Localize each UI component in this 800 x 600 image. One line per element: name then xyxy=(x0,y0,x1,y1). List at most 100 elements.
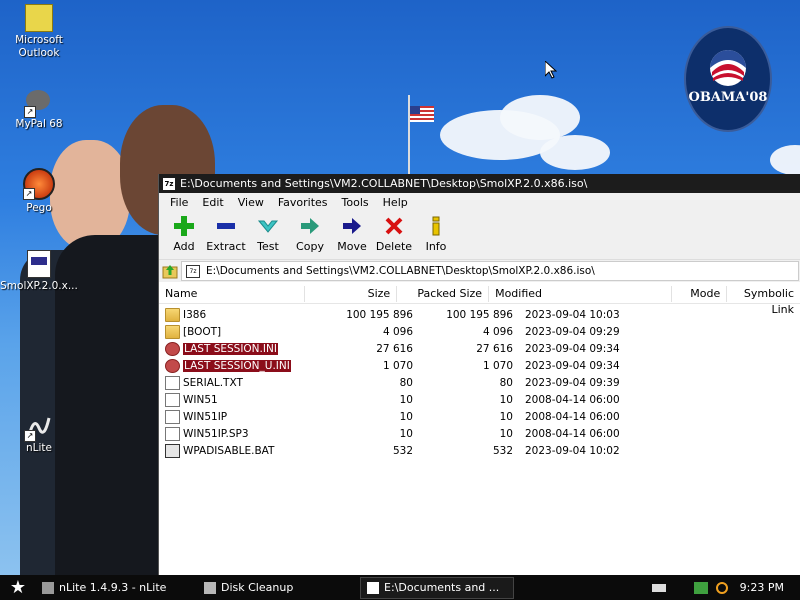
desktop-icon-pego[interactable]: ↗ Pego xyxy=(0,168,78,215)
task-button-7zip[interactable]: E:\Documents and ... xyxy=(360,576,514,599)
file-row[interactable]: WIN51 10 10 2008-04-14 06:00 xyxy=(159,391,800,408)
file-size: 27 616 xyxy=(376,342,413,355)
delete-label: Delete xyxy=(375,240,413,253)
campaign-logo: OBAMA'08 xyxy=(684,26,772,132)
shortcut-arrow-icon: ↗ xyxy=(24,430,36,442)
mouse-cursor-icon xyxy=(545,61,557,79)
column-header-mode[interactable]: Mode xyxy=(672,286,728,302)
address-text: E:\Documents and Settings\VM2.COLLABNET\… xyxy=(206,265,595,277)
menu-file[interactable]: File xyxy=(163,196,195,209)
address-field[interactable]: 7z E:\Documents and Settings\VM2.COLLABN… xyxy=(181,261,799,281)
test-button[interactable]: Test xyxy=(247,211,289,253)
column-header-symbolic-link[interactable]: Symbolic Link xyxy=(727,286,800,316)
ini-file-icon xyxy=(165,358,180,373)
file-icon xyxy=(165,409,180,424)
file-size: 1 070 xyxy=(382,359,413,372)
desktop-icon-outlook[interactable]: Microsoft Outlook xyxy=(0,4,78,60)
file-modified: 2023-09-04 10:02 xyxy=(525,444,620,457)
desktop-icon-label: SmolXP.2.0.x... xyxy=(0,280,78,292)
menu-view[interactable]: View xyxy=(231,196,271,209)
nlite-icon xyxy=(42,581,54,594)
file-row[interactable]: WIN51IP.SP3 10 10 2008-04-14 06:00 xyxy=(159,425,800,442)
file-packed-size: 532 xyxy=(492,444,513,457)
file-packed-size: 27 616 xyxy=(476,342,513,355)
desktop-icon-label: Microsoft Outlook xyxy=(15,34,63,59)
network-icon[interactable] xyxy=(693,581,708,594)
file-modified: 2008-04-14 06:00 xyxy=(525,410,620,423)
file-row[interactable]: WIN51IP 10 10 2008-04-14 06:00 xyxy=(159,408,800,425)
file-packed-size: 10 xyxy=(499,427,513,440)
system-tray: 9:23 PM xyxy=(648,575,800,600)
extract-button[interactable]: Extract xyxy=(205,211,247,253)
mypal-icon: ↗ xyxy=(24,90,52,118)
checkmark-icon xyxy=(257,220,279,233)
file-name: WIN51 xyxy=(183,393,218,406)
file-row[interactable]: WPADISABLE.BAT 532 532 2023-09-04 10:02 xyxy=(159,442,800,459)
add-button[interactable]: Add xyxy=(163,211,205,253)
file-packed-size: 1 070 xyxy=(482,359,513,372)
menu-bar: File Edit View Favorites Tools Help xyxy=(159,193,800,211)
up-folder-icon xyxy=(162,265,178,279)
column-header-name[interactable]: Name xyxy=(159,286,306,302)
file-modified: 2023-09-04 09:34 xyxy=(525,342,620,355)
file-row-selected[interactable]: LAST SESSION_U.INI 1 070 1 070 2023-09-0… xyxy=(159,357,800,374)
menu-tools[interactable]: Tools xyxy=(335,196,376,209)
toolbar: Add Extract Test Copy Move Delete Info xyxy=(159,211,800,259)
file-manager-window: 7z E:\Documents and Settings\VM2.COLLABN… xyxy=(158,174,800,575)
menu-help[interactable]: Help xyxy=(376,196,415,209)
file-row[interactable]: SERIAL.TXT 80 80 2023-09-04 09:39 xyxy=(159,374,800,391)
task-label: E:\Documents and ... xyxy=(384,581,500,594)
folder-icon xyxy=(165,307,180,322)
window-titlebar[interactable]: 7z E:\Documents and Settings\VM2.COLLABN… xyxy=(159,174,800,193)
desktop: OBAMA'08 Microsoft Outlook ↗ MyPal 68 ↗ … xyxy=(0,0,800,575)
file-size: 532 xyxy=(392,444,413,457)
task-button-nlite[interactable]: nLite 1.4.9.3 - nLite xyxy=(36,578,198,598)
move-button[interactable]: Move xyxy=(331,211,373,253)
info-button[interactable]: Info xyxy=(415,211,457,253)
start-button[interactable]: ★ xyxy=(0,575,36,600)
add-label: Add xyxy=(173,240,195,253)
window-title: E:\Documents and Settings\VM2.COLLABNET\… xyxy=(180,177,588,190)
file-icon xyxy=(165,426,180,441)
outlook-icon xyxy=(25,4,53,32)
menu-favorites[interactable]: Favorites xyxy=(271,196,335,209)
plus-icon xyxy=(174,216,194,236)
7zip-app-icon xyxy=(367,581,379,594)
task-button-disk-cleanup[interactable]: Disk Cleanup xyxy=(198,578,350,598)
column-headers: Name Size Packed Size Modified Mode Symb… xyxy=(159,285,800,316)
menu-edit[interactable]: Edit xyxy=(195,196,230,209)
file-row[interactable]: I386 100 195 896 100 195 896 2023-09-04 … xyxy=(159,306,800,323)
task-label: nLite 1.4.9.3 - nLite xyxy=(59,581,167,594)
file-row[interactable]: [BOOT] 4 096 4 096 2023-09-04 09:29 xyxy=(159,323,800,340)
file-modified: 2008-04-14 06:00 xyxy=(525,427,620,440)
copy-label: Copy xyxy=(296,240,324,253)
archive-icon: 7z xyxy=(186,264,200,278)
delete-button[interactable]: Delete xyxy=(373,211,415,253)
file-name: WPADISABLE.BAT xyxy=(183,444,275,457)
file-list: I386 100 195 896 100 195 896 2023-09-04 … xyxy=(159,304,800,459)
extract-label: Extract xyxy=(206,240,246,253)
disk-cleanup-icon xyxy=(204,581,216,594)
minus-icon xyxy=(217,223,235,229)
desktop-icon-nlite[interactable]: ↗ nLite xyxy=(0,414,78,455)
file-packed-size: 80 xyxy=(499,376,513,389)
desktop-icon-smolxp[interactable]: SmolXP.2.0.x... xyxy=(0,250,78,293)
search-icon[interactable] xyxy=(715,581,728,594)
info-label: Info xyxy=(425,240,447,253)
text-file-icon xyxy=(165,375,180,390)
copy-button[interactable]: Copy xyxy=(289,211,331,253)
file-name: LAST SESSION.INI xyxy=(183,342,278,355)
desktop-icon-mypal[interactable]: ↗ MyPal 68 xyxy=(0,86,78,131)
desktop-icon-label: Pego xyxy=(26,202,52,214)
column-header-size[interactable]: Size xyxy=(305,286,398,302)
column-header-modified[interactable]: Modified xyxy=(489,286,672,302)
file-name: SERIAL.TXT xyxy=(183,376,243,389)
file-packed-size: 10 xyxy=(499,410,513,423)
file-row-selected[interactable]: LAST SESSION.INI 27 616 27 616 2023-09-0… xyxy=(159,340,800,357)
move-label: Move xyxy=(337,240,367,253)
column-header-packed-size[interactable]: Packed Size xyxy=(397,286,490,302)
keyboard-icon[interactable] xyxy=(651,583,666,592)
cloud xyxy=(500,95,580,140)
clock[interactable]: 9:23 PM xyxy=(740,581,784,594)
up-folder-button[interactable] xyxy=(159,261,181,281)
